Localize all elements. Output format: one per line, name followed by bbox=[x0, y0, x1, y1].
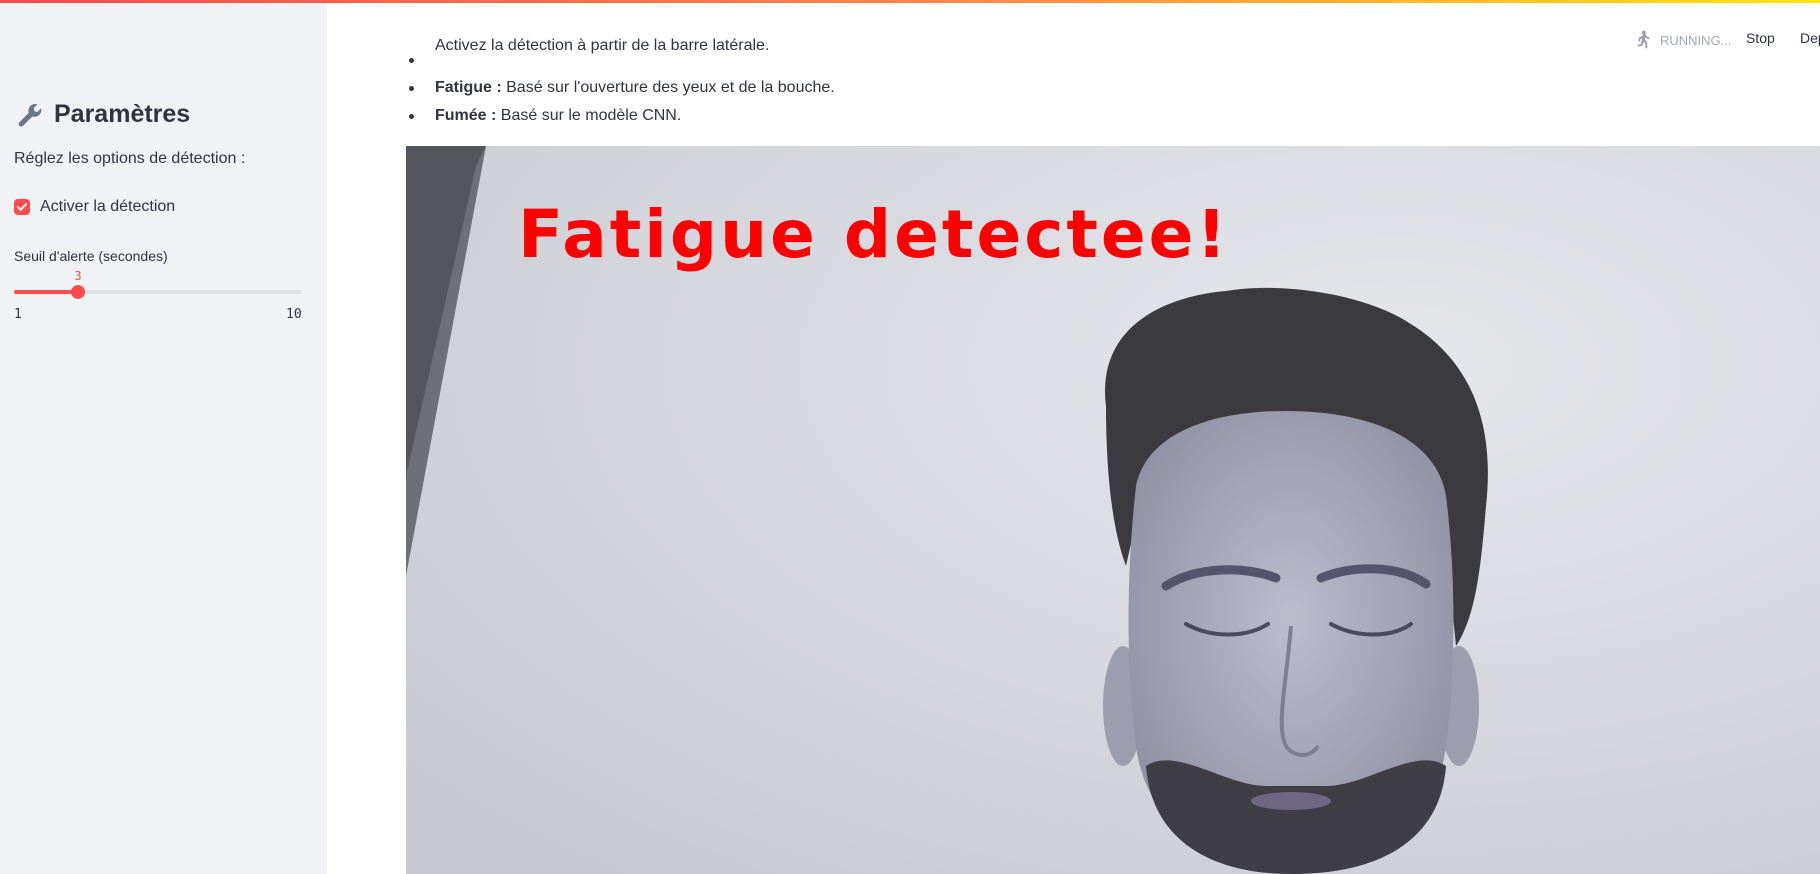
running-status-text: RUNNING... bbox=[1660, 32, 1732, 48]
top-decoration-bar bbox=[0, 0, 1820, 3]
list-item-text: Basé sur l'ouverture des yeux et de la b… bbox=[501, 79, 835, 96]
checkbox-label: Activer la détection bbox=[40, 198, 176, 215]
sidebar: Paramètres Réglez les options de détecti… bbox=[0, 0, 327, 874]
slider-min: 1 bbox=[14, 307, 22, 322]
sidebar-title: Paramètres bbox=[16, 100, 190, 129]
intro-list: Activez la détection à partir de la barr… bbox=[405, 37, 835, 130]
fatigue-alert-overlay: Fatigue detectee! bbox=[518, 196, 1230, 273]
alert-threshold-slider[interactable] bbox=[14, 285, 302, 299]
wrench-icon bbox=[18, 103, 42, 127]
webcam-video-frame: Fatigue detectee! bbox=[406, 146, 1820, 874]
slider-value: 3 bbox=[74, 269, 82, 283]
slider-max: 10 bbox=[286, 307, 302, 322]
list-item-bold: Fatigue : bbox=[435, 79, 502, 96]
sidebar-title-text: Paramètres bbox=[54, 100, 191, 128]
checkbox-checked-icon[interactable] bbox=[14, 199, 30, 215]
deploy-button[interactable]: Deploy bbox=[1800, 30, 1820, 46]
sidebar-subtitle: Réglez les options de détection : bbox=[14, 150, 246, 167]
slider-thumb[interactable] bbox=[71, 285, 85, 299]
list-item-text: Basé sur le modèle CNN. bbox=[496, 107, 682, 124]
activate-detection-checkbox[interactable]: Activer la détection bbox=[14, 198, 175, 216]
running-person-icon bbox=[1637, 30, 1650, 49]
running-status: RUNNING... bbox=[1630, 28, 1732, 52]
stop-button[interactable]: Stop bbox=[1746, 30, 1775, 46]
list-item-text: Activez la détection à partir de la barr… bbox=[435, 37, 770, 54]
list-item: Fatigue : Basé sur l'ouverture des yeux … bbox=[405, 74, 835, 102]
list-item: Activez la détection à partir de la barr… bbox=[405, 37, 835, 74]
list-item-bold: Fumée : bbox=[435, 107, 497, 124]
list-item: Fumée : Basé sur le modèle CNN. bbox=[405, 102, 835, 130]
slider-label: Seuil d'alerte (secondes) bbox=[14, 248, 168, 264]
slider-fill bbox=[14, 290, 78, 294]
